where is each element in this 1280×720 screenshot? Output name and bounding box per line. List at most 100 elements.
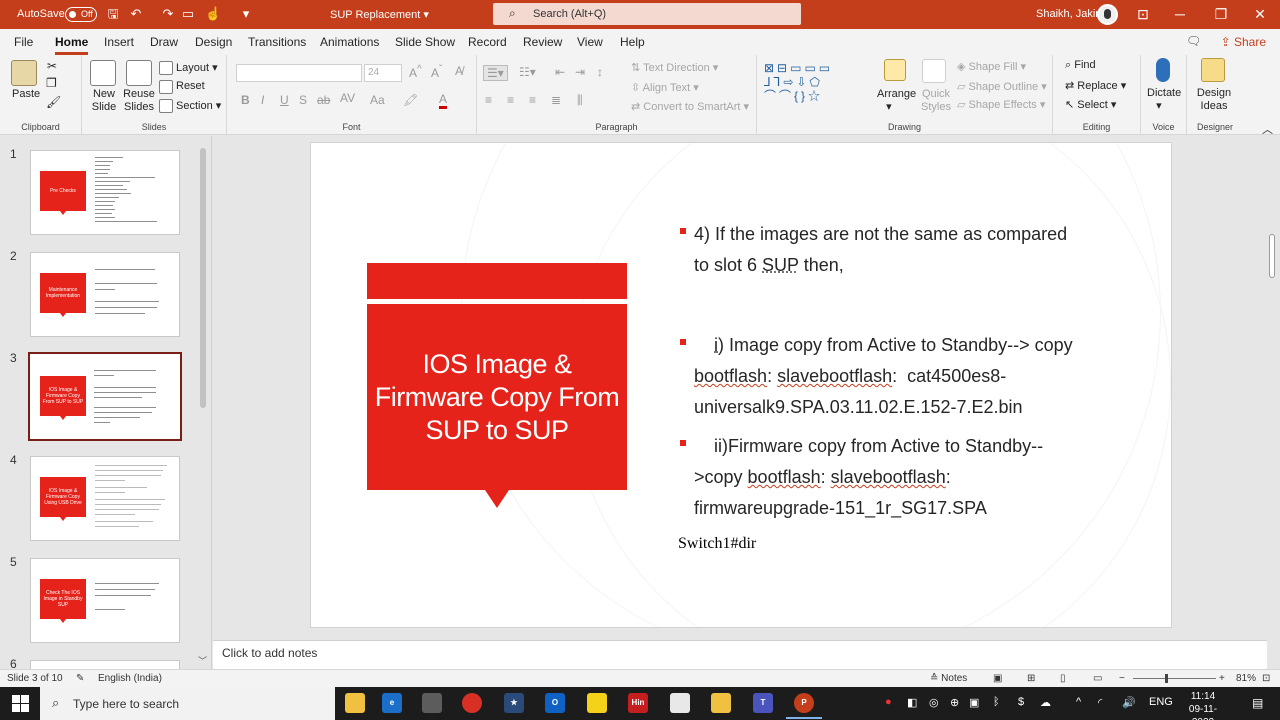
edge-icon[interactable]: e <box>382 693 402 713</box>
tab-slide-show[interactable]: Slide Show <box>395 35 455 49</box>
collapse-ribbon-icon[interactable]: ︿ <box>1262 121 1273 137</box>
chrome-icon[interactable] <box>462 693 482 713</box>
bullet-paragraph[interactable]: ii)Firmware copy from Active to Standby-… <box>694 431 1134 524</box>
zoom-slider[interactable] <box>1133 678 1216 679</box>
show-hidden-icons[interactable]: ^ <box>1076 696 1081 708</box>
taskbar-clock[interactable]: 11:14 09-11-2022 <box>1178 690 1228 720</box>
minimize-icon[interactable]: ─ <box>1170 5 1190 23</box>
app-icon[interactable]: ★ <box>504 693 524 713</box>
zoom-out-icon[interactable]: − <box>1119 673 1125 684</box>
font-size-dropdown[interactable]: 24 <box>364 64 402 82</box>
slide-title[interactable]: IOS Image & Firmware Copy From SUP to SU… <box>367 304 627 490</box>
underline-icon[interactable]: U <box>280 93 289 107</box>
tab-transitions[interactable]: Transitions <box>248 35 306 49</box>
tray-icon[interactable]: ◧ <box>907 696 917 709</box>
increase-font-icon[interactable]: A^ <box>409 64 422 80</box>
change-case-icon[interactable]: Aa <box>370 93 385 107</box>
quick-styles-icon[interactable] <box>922 59 946 83</box>
align-text-button[interactable]: ⇳ Align Text ▾ <box>631 81 699 94</box>
zoom-level[interactable]: 81% <box>1236 673 1256 684</box>
slide-thumbnail-2[interactable]: Maintenance Implementation <box>30 252 180 337</box>
align-center-icon[interactable]: ≡ <box>507 93 514 107</box>
shapes-gallery[interactable]: ⊠⊟▭▭▭ ⅃⅂⇨⇩⬠ ⌒⌒{}☆ <box>764 61 872 113</box>
slide-thumbnail-6[interactable] <box>30 660 180 669</box>
save-icon[interactable]: 🖫 <box>105 6 121 22</box>
slide-sorter-icon[interactable]: ⊞ <box>1027 673 1035 684</box>
font-name-dropdown[interactable] <box>236 64 362 82</box>
editor-scrollbar[interactable] <box>1267 136 1279 639</box>
thumbnail-scrollbar-thumb[interactable] <box>200 148 206 408</box>
bluetooth-icon[interactable]: ᛒ <box>993 696 1000 708</box>
arrange-icon[interactable] <box>884 59 906 81</box>
redo-icon[interactable]: ↷ <box>160 6 176 22</box>
reading-view-icon[interactable]: ▯ <box>1060 673 1066 684</box>
clear-formatting-icon[interactable]: A̸ <box>455 64 463 78</box>
touch-mode-icon[interactable]: ☝ <box>205 6 221 22</box>
thumbnail-scrollbar[interactable] <box>198 138 208 658</box>
slide-thumbnail-5[interactable]: Check The IOS Image in Standby SUP <box>30 558 180 643</box>
language-indicator[interactable]: ENG <box>1149 696 1173 708</box>
italic-icon[interactable]: I <box>261 93 264 107</box>
increase-indent-icon[interactable]: ⇥ <box>575 65 585 79</box>
present-icon[interactable]: ▭ <box>180 6 196 22</box>
align-left-icon[interactable]: ≡ <box>485 93 492 107</box>
section-button[interactable]: Section ▾ <box>176 99 221 112</box>
comments-icon[interactable]: 🗨 <box>1186 34 1201 48</box>
user-name[interactable]: Shaikh, Jakir <box>1036 8 1099 20</box>
font-color-icon[interactable]: A <box>439 93 447 109</box>
app-icon[interactable] <box>422 693 442 713</box>
strikethrough-icon[interactable]: ab <box>317 93 330 107</box>
switch-command-text[interactable]: Switch1#dir <box>678 535 756 553</box>
dictate-button[interactable]: Dictate ▾ <box>1147 87 1181 112</box>
paste-button[interactable]: Paste <box>12 88 40 100</box>
layout-button[interactable]: Layout ▾ <box>176 61 218 74</box>
windows-start-icon[interactable] <box>12 695 29 712</box>
columns-icon[interactable]: ⫼ <box>577 93 583 108</box>
undo-icon[interactable]: ↶ <box>128 6 144 22</box>
slide-thumbnail-3[interactable]: IOS Image & Firmware Copy From SUP to SU… <box>28 352 182 441</box>
bold-icon[interactable]: B <box>241 93 250 107</box>
document-title[interactable]: SUP Replacement ▾ <box>330 8 429 21</box>
notes-collapse-icon[interactable]: ﹀ <box>198 654 207 667</box>
decrease-font-icon[interactable]: Aˇ <box>431 64 442 80</box>
slide-canvas[interactable]: IOS Image & Firmware Copy From SUP to SU… <box>310 142 1172 628</box>
numbering-icon[interactable]: ☷▾ <box>519 65 536 79</box>
folder-icon[interactable] <box>711 693 731 713</box>
arrange-button[interactable]: Arrange ▾ <box>877 88 916 113</box>
decrease-indent-icon[interactable]: ⇤ <box>555 65 565 79</box>
tab-home[interactable]: Home <box>55 35 88 49</box>
tray-icon[interactable]: ▣ <box>969 696 979 709</box>
file-explorer-icon[interactable] <box>345 693 365 713</box>
tab-view[interactable]: View <box>577 35 603 49</box>
normal-view-icon[interactable]: ▣ <box>993 673 1002 684</box>
shape-outline-button[interactable]: ▱ Shape Outline ▾ <box>957 80 1047 93</box>
tray-icon[interactable]: ◎ <box>929 696 939 709</box>
design-ideas-button[interactable]: Design Ideas <box>1194 87 1234 113</box>
character-spacing-icon[interactable]: AV <box>340 91 355 105</box>
reset-button[interactable]: Reset <box>176 80 205 92</box>
close-icon[interactable]: ✕ <box>1250 5 1270 23</box>
microphone-icon[interactable] <box>1156 58 1170 82</box>
slide-thumbnail-4[interactable]: IOS Image & Firmware Copy Using USB Driv… <box>30 456 180 541</box>
replace-button[interactable]: ⇄ Replace ▾ <box>1065 79 1126 92</box>
avatar[interactable] <box>1097 4 1118 25</box>
volume-icon[interactable]: 🔊 <box>1122 696 1136 709</box>
wifi-icon[interactable]: ◜ <box>1098 696 1102 709</box>
bullet-paragraph[interactable]: 4) If the images are not the same as com… <box>694 219 1134 281</box>
sticky-notes-icon[interactable] <box>587 693 607 713</box>
bullets-icon[interactable]: ☰▾ <box>483 65 508 81</box>
design-ideas-icon[interactable] <box>1201 58 1225 82</box>
find-button[interactable]: ⌕ Find <box>1065 59 1096 72</box>
spelling-icon[interactable]: ✎ <box>76 673 84 684</box>
new-slide-icon[interactable] <box>90 60 116 86</box>
customize-qat-icon[interactable]: ▾ <box>238 6 254 22</box>
tab-insert[interactable]: Insert <box>104 35 134 49</box>
new-slide-button[interactable]: New Slide <box>86 88 122 114</box>
paste-icon[interactable] <box>11 60 37 86</box>
cut-icon[interactable]: ✂ <box>47 59 57 73</box>
maximize-icon[interactable]: ❐ <box>1211 5 1231 23</box>
language-status[interactable]: English (India) <box>98 673 162 684</box>
taskbar-search-input[interactable]: ⌕ Type here to search <box>40 687 335 720</box>
zoom-in-icon[interactable]: + <box>1219 673 1225 684</box>
shape-effects-button[interactable]: ▱ Shape Effects ▾ <box>957 98 1045 111</box>
